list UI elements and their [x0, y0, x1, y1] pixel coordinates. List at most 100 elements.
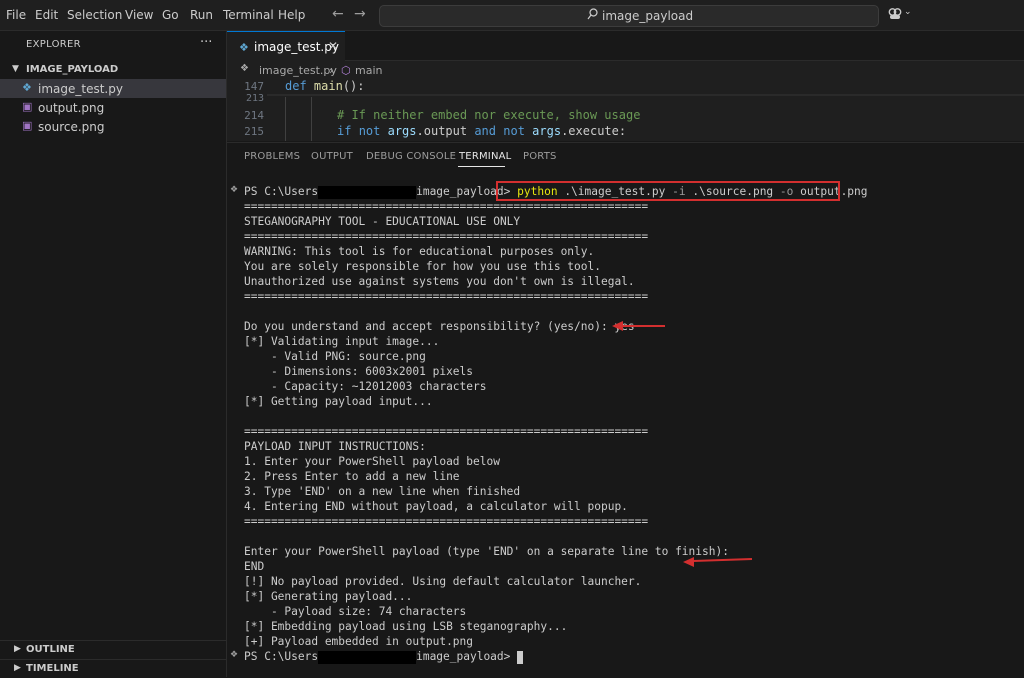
outline-label: OUTLINE [26, 644, 75, 655]
terminal-line: - Valid PNG: source.png [244, 350, 426, 363]
image-file-icon: ▣ [22, 100, 33, 113]
terminal-line: [*] Getting payload input... [244, 395, 433, 408]
menu-file[interactable]: File [6, 8, 26, 22]
breadcrumb: ❖ image_test.py › ⬡ main [227, 61, 1024, 79]
bottom-panel: PROBLEMS OUTPUT DEBUG CONSOLE TERMINAL P… [227, 142, 1024, 678]
terminal-line: ========================================… [244, 200, 649, 213]
terminal-line: PAYLOAD INPUT INSTRUCTIONS: [244, 440, 426, 453]
chevron-right-icon: › [329, 64, 334, 77]
forward-arrow-icon[interactable]: → [354, 6, 366, 22]
code-line-comment: # If neither embed nor execute, show usa… [337, 108, 641, 122]
annotation-arrow-icon [612, 321, 665, 331]
terminal-line: 1. Enter your PowerShell payload below [244, 455, 500, 468]
line-number: 147 [244, 80, 264, 93]
redaction-block [318, 185, 417, 199]
menu-edit[interactable]: Edit [35, 8, 58, 22]
tab-terminal[interactable]: TERMINAL [459, 151, 511, 162]
terminal-line: Do you understand and accept responsibil… [244, 320, 635, 333]
terminal-line: You are solely responsible for how you u… [244, 260, 601, 273]
more-actions-icon[interactable]: ··· [200, 35, 212, 50]
terminal-line: - Dimensions: 6003x2001 pixels [244, 365, 474, 378]
breadcrumb-symbol[interactable]: main [355, 64, 382, 77]
line-number: 214 [244, 109, 264, 122]
terminal-line: END [244, 560, 265, 573]
folder-row[interactable]: ▼ IMAGE_PAYLOAD [0, 61, 226, 79]
terminal-line: 2. Press Enter to add a new line [244, 470, 460, 483]
terminal-output[interactable]: ❖ PS C:\Users image_payload> python .\ima… [227, 181, 1024, 676]
image-file-icon: ▣ [22, 119, 33, 132]
terminal-line: STEGANOGRAPHY TOOL - EDUCATIONAL USE ONL… [244, 215, 521, 228]
explorer-title: EXPLORER [26, 39, 81, 50]
terminal-line: ========================================… [244, 515, 649, 528]
file-label: source.png [38, 120, 105, 134]
menu-help[interactable]: Help [278, 8, 305, 22]
annotation-highlight-box [496, 181, 840, 201]
annotation-arrow-icon [683, 557, 753, 567]
chevron-down-icon[interactable]: ⌄ [904, 7, 912, 17]
menu-run[interactable]: Run [190, 8, 213, 22]
copilot-icon[interactable]: ⌄ [888, 7, 914, 23]
timeline-label: TIMELINE [26, 663, 79, 674]
terminal-line: - Payload size: 74 characters [244, 605, 467, 618]
chevron-down-icon: ▼ [12, 64, 19, 74]
tab-output[interactable]: OUTPUT [311, 151, 353, 162]
python-file-icon: ❖ [239, 41, 249, 54]
tab-problems[interactable]: PROBLEMS [244, 151, 300, 162]
file-label: image_test.py [38, 82, 123, 96]
line-number: 213 [245, 93, 264, 104]
code-line-def: def main(): [285, 79, 365, 93]
code-line-if: if not args.output and not args.execute: [337, 124, 627, 138]
menu-go[interactable]: Go [162, 8, 179, 22]
outline-section[interactable]: ▶ OUTLINE [0, 640, 226, 659]
shell-integration-icon: ❖ [230, 650, 239, 660]
tab-ports[interactable]: PORTS [523, 151, 557, 162]
folder-name: IMAGE_PAYLOAD [26, 64, 119, 75]
redaction-block [318, 650, 417, 664]
terminal-line: ========================================… [244, 230, 649, 243]
back-arrow-icon[interactable]: ← [332, 6, 344, 22]
terminal-line: Unauthorized use against systems you don… [244, 275, 635, 288]
tab-debug-console[interactable]: DEBUG CONSOLE [366, 151, 456, 162]
close-icon[interactable]: ✕ [328, 39, 338, 53]
tab-label: image_test.py [254, 40, 339, 54]
shell-integration-icon: ❖ [230, 185, 239, 195]
terminal-line: 3. Type 'END' on a new line when finishe… [244, 485, 521, 498]
terminal-line: [*] Embedding payload using LSB steganog… [244, 620, 568, 633]
terminal-line: 4. Entering END without payload, a calcu… [244, 500, 628, 513]
chevron-right-icon: ▶ [14, 663, 21, 673]
terminal-line: - Capacity: ~12012003 characters [244, 380, 487, 393]
active-tab-indicator [458, 166, 505, 167]
chevron-right-icon: ▶ [14, 644, 21, 654]
python-file-icon: ❖ [240, 63, 249, 74]
terminal-line: [+] Payload embedded in output.png [244, 635, 474, 648]
explorer-sidebar: EXPLORER ··· ▼ IMAGE_PAYLOAD ❖ image_tes… [0, 31, 227, 677]
python-file-icon: ❖ [22, 81, 32, 94]
terminal-line: ========================================… [244, 425, 649, 438]
file-item-image-test-py[interactable]: ❖ image_test.py [0, 79, 226, 98]
menu-view[interactable]: View [125, 8, 153, 22]
terminal-cursor [517, 650, 524, 664]
tab-image-test-py[interactable]: ❖ image_test.py ✕ [227, 31, 345, 61]
line-number: 215 [244, 125, 264, 138]
file-label: output.png [38, 101, 105, 115]
terminal-line: [*] Generating payload... [244, 590, 413, 603]
editor-tabs: ❖ image_test.py ✕ [227, 31, 1024, 61]
title-bar: File Edit Selection View Go Run Terminal… [0, 0, 1024, 31]
terminal-line: WARNING: This tool is for educational pu… [244, 245, 595, 258]
menu-selection[interactable]: Selection [67, 8, 122, 22]
terminal-line: [!] No payload provided. Using default c… [244, 575, 642, 588]
file-item-output-png[interactable]: ▣ output.png [0, 98, 226, 117]
timeline-section[interactable]: ▶ TIMELINE [0, 659, 226, 678]
terminal-prompt: PS C:\Users image_payload> [244, 650, 524, 664]
breadcrumb-file[interactable]: image_test.py [259, 64, 337, 77]
file-item-source-png[interactable]: ▣ source.png [0, 117, 226, 136]
terminal-line: [*] Validating input image... [244, 335, 440, 348]
search-text: image_payload [602, 9, 694, 23]
terminal-line: Enter your PowerShell payload (type 'END… [244, 545, 729, 558]
terminal-line: ========================================… [244, 290, 649, 303]
menu-terminal[interactable]: Terminal [223, 8, 274, 22]
search-icon [587, 8, 598, 20]
command-center-search[interactable]: image_payload [379, 5, 879, 27]
method-icon: ⬡ [341, 64, 351, 77]
code-editor[interactable]: 147 def main(): 213 214 # If neither emb… [227, 79, 1024, 141]
